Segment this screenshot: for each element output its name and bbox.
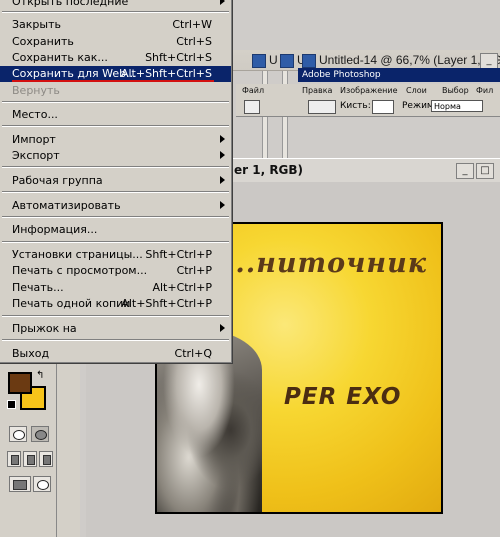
nested-options-bar: Кисть: Режим Норма — [236, 98, 500, 117]
menu-item-revert: Вернуть — [12, 84, 60, 97]
menu-item-import[interactable]: Импорт — [0, 132, 231, 148]
menu-separator — [2, 216, 229, 218]
screen-mode-menu-button[interactable] — [23, 451, 37, 467]
image-subtext: PER EXO — [284, 384, 402, 410]
extra-tool-button[interactable] — [33, 476, 51, 492]
menu-separator — [2, 315, 229, 317]
menu-item-jump-to[interactable]: Прыжок на — [0, 321, 231, 337]
menu-separator — [2, 191, 229, 193]
photoshop-doc-icon — [280, 53, 294, 68]
menu-separator — [2, 125, 229, 127]
menu-item-save[interactable]: Сохранить Ctrl+S — [0, 34, 231, 50]
screen-mode-icon — [27, 455, 35, 465]
imageready-icon — [13, 480, 27, 490]
nested-brush-icon — [308, 100, 336, 114]
submenu-arrow-icon — [220, 151, 225, 159]
menu-separator — [2, 339, 229, 341]
menu-separator — [2, 166, 229, 168]
swap-colors-icon[interactable]: ↰ — [36, 370, 44, 381]
nested-menu-layer: Слои — [406, 86, 427, 95]
menu-item-place[interactable]: Место... — [0, 107, 231, 123]
menu-item-export[interactable]: Экспорт — [0, 148, 231, 164]
nested-menu-file: Файл — [242, 86, 265, 95]
photoshop-doc-icon — [302, 53, 316, 68]
nested-menu-select: Выбор — [442, 86, 469, 95]
screen-mode-standard-button[interactable] — [7, 451, 21, 467]
nested-menu-edit: Правка — [302, 86, 333, 95]
nested-brush-label: Кисть: — [340, 101, 371, 111]
quick-mask-button[interactable] — [31, 426, 49, 442]
menu-item-exit[interactable]: Выход Ctrl+Q — [0, 346, 231, 362]
menu-separator — [2, 241, 229, 243]
menu-separator — [2, 101, 229, 103]
menu-item-print[interactable]: Печать... Alt+Ctrl+P — [0, 280, 231, 296]
submenu-arrow-icon — [220, 201, 225, 209]
window-title: Untitled-14 @ 66,7% (Layer 1, RGB) — [302, 53, 500, 68]
window-tab-left[interactable]: U — [252, 53, 278, 68]
file-menu: Открыть последние Закрыть Ctrl+W Сохранит… — [0, 0, 233, 364]
nested-photoshop-titlebar: Adobe Photoshop — [298, 68, 500, 82]
default-colors-icon[interactable] — [7, 400, 16, 409]
image-headline-text: ...ниточник — [225, 248, 427, 279]
jump-to-imageready-button[interactable] — [9, 476, 31, 492]
nested-brush-picker — [372, 100, 394, 114]
nested-menu-filter: Фил — [476, 86, 494, 95]
screen-mode-icon — [11, 455, 19, 465]
minimize-button[interactable]: _ — [480, 53, 498, 69]
photoshop-doc-icon — [252, 53, 266, 68]
menu-item-print-preview[interactable]: Печать с просмотром... Ctrl+P — [0, 263, 231, 279]
nested-tool-icon — [244, 100, 260, 114]
nested-mode-select: Норма — [431, 100, 483, 112]
menu-item-workgroup[interactable]: Рабочая группа — [0, 173, 231, 189]
quick-mask-icon — [35, 430, 47, 440]
screen-mode-full-button[interactable] — [39, 451, 53, 467]
menu-item-automate[interactable]: Автоматизировать — [0, 198, 231, 214]
submenu-arrow-icon — [220, 324, 225, 332]
submenu-arrow-icon — [220, 176, 225, 184]
submenu-arrow-icon — [220, 0, 225, 5]
nested-mode-label: Режим — [402, 101, 434, 111]
menu-item-open-recent[interactable]: Открыть последние — [0, 0, 231, 10]
submenu-arrow-icon — [220, 135, 225, 143]
highlight-underline — [12, 80, 214, 82]
foreground-color-swatch[interactable] — [8, 372, 32, 394]
document-window-titlebar[interactable]: er 1, RGB) _ □ — [232, 158, 500, 184]
menu-separator — [2, 11, 229, 13]
menu-item-file-info[interactable]: Информация... — [0, 222, 231, 238]
doc-maximize-button[interactable]: □ — [476, 163, 494, 179]
menu-item-page-setup[interactable]: Установки страницы... Shft+Ctrl+P — [0, 247, 231, 263]
menu-item-close[interactable]: Закрыть Ctrl+W — [0, 17, 231, 33]
standard-mode-icon — [13, 430, 25, 440]
tool-icon — [37, 480, 49, 490]
standard-mode-button[interactable] — [9, 426, 27, 442]
menu-item-save-as[interactable]: Сохранить как... Shft+Ctrl+S — [0, 50, 231, 66]
nested-menu-image: Изображение — [340, 86, 398, 95]
document-window-title: er 1, RGB) — [234, 163, 304, 177]
doc-minimize-button[interactable]: _ — [456, 163, 474, 179]
menu-item-print-one-copy[interactable]: Печать одной копии Alt+Shft+Ctrl+P — [0, 296, 231, 312]
screen-mode-icon — [43, 455, 51, 465]
nested-menubar: Файл Правка Изображение Слои Выбор Фил — [236, 84, 500, 98]
